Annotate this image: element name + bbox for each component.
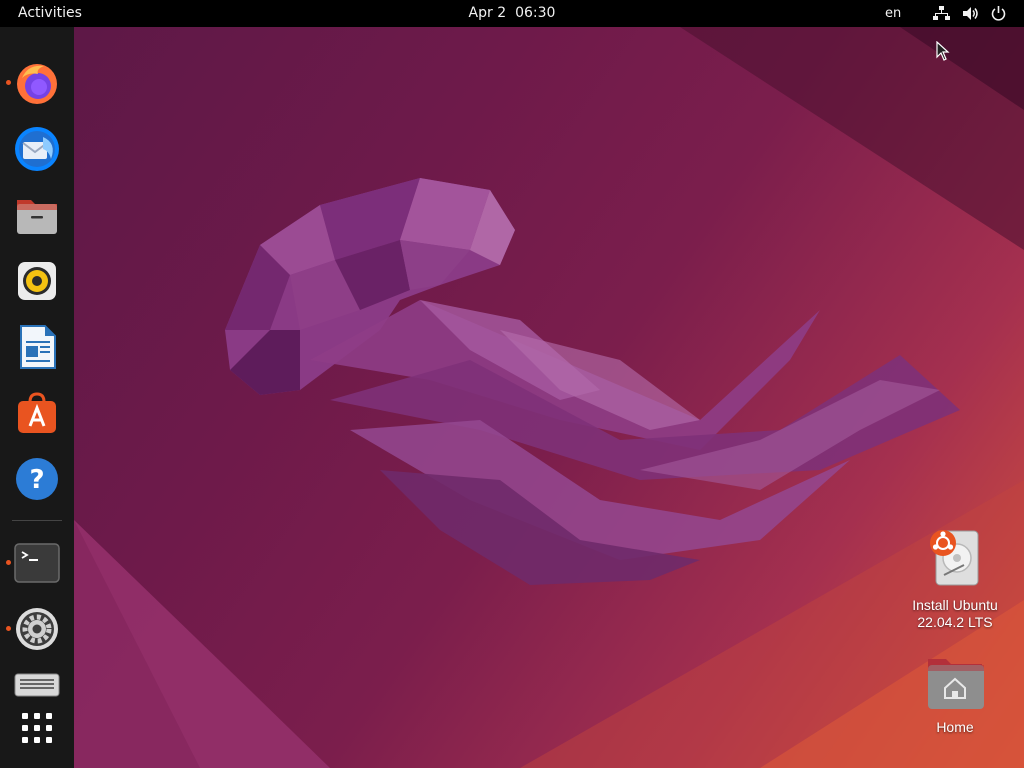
- language-indicator[interactable]: en: [885, 6, 901, 21]
- clock-time: 06:30: [515, 5, 556, 21]
- install-ubuntu-icon: [930, 530, 979, 586]
- volume-icon[interactable]: [962, 5, 979, 22]
- home-folder-icon: [928, 659, 984, 709]
- dock-item-ubuntu-software[interactable]: [11, 387, 63, 439]
- desktop-icon-install-ubuntu[interactable]: Install Ubuntu 22.04.2 LTS: [900, 525, 1010, 631]
- dock-item-disk[interactable]: [11, 664, 63, 704]
- power-icon[interactable]: [990, 5, 1007, 22]
- dock-item-rhythmbox[interactable]: [11, 255, 63, 307]
- dock-item-help[interactable]: ?: [11, 453, 63, 505]
- top-bar: Activities Apr 2 06:30 en: [0, 0, 1024, 27]
- libreoffice-writer-icon: [20, 325, 56, 369]
- install-ubuntu-label-line2: 22.04.2 LTS: [917, 614, 993, 630]
- dock-item-terminal[interactable]: [11, 537, 63, 589]
- show-apps-icon: [22, 713, 52, 743]
- dock-item-thunderbird[interactable]: [11, 123, 63, 175]
- dock-item-firefox[interactable]: [11, 57, 63, 109]
- clock-date: Apr 2: [468, 5, 507, 21]
- dock-separator: [12, 520, 62, 521]
- mouse-cursor-icon: [936, 41, 950, 61]
- settings-icon: [16, 608, 58, 650]
- home-label: Home: [936, 719, 974, 735]
- clock-button[interactable]: Apr 2 06:30: [469, 5, 556, 21]
- dock: ?: [0, 27, 74, 768]
- clock: Apr 2 06:30: [0, 5, 1024, 21]
- show-apps-button[interactable]: [11, 702, 63, 754]
- dock-item-libreoffice-writer[interactable]: [11, 321, 63, 373]
- dock-item-files[interactable]: [11, 189, 63, 241]
- app-center-icon: [18, 392, 56, 433]
- disk-icon: [14, 673, 60, 697]
- network-icon[interactable]: [933, 5, 950, 22]
- desktop-icon-home[interactable]: Home: [900, 655, 1010, 736]
- thunderbird-icon: [15, 127, 59, 171]
- desktop-wallpaper: [0, 0, 1024, 768]
- svg-text:?: ?: [29, 465, 44, 495]
- install-ubuntu-label-line1: Install Ubuntu: [912, 597, 998, 613]
- terminal-icon: [14, 543, 60, 583]
- help-icon: ?: [16, 458, 58, 500]
- jellyfish-wallpaper-art: [74, 27, 1024, 768]
- files-icon: [17, 200, 57, 234]
- activities-button[interactable]: Activities: [18, 5, 82, 21]
- firefox-icon: [17, 64, 57, 104]
- dock-item-settings[interactable]: [11, 603, 63, 655]
- rhythmbox-icon: [18, 262, 56, 300]
